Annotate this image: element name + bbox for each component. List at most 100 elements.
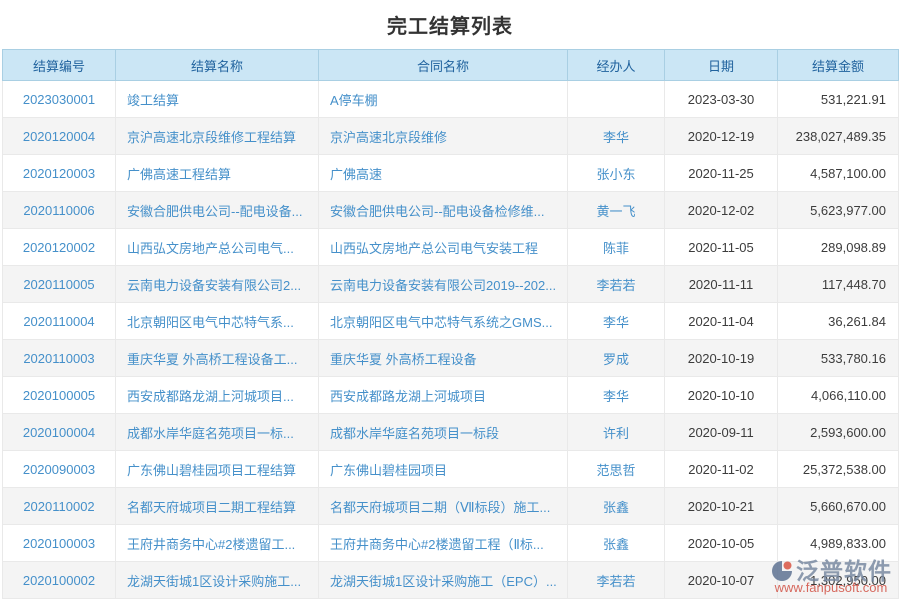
cell-handler[interactable]: 李若若 bbox=[568, 266, 665, 303]
cell-date: 2020-12-02 bbox=[665, 192, 778, 229]
cell-name[interactable]: 广佛高速工程结算 bbox=[116, 155, 319, 192]
cell-name[interactable]: 西安成都路龙湖上河城项目... bbox=[116, 377, 319, 414]
cell-code[interactable]: 2020100002 bbox=[3, 562, 116, 599]
column-header-contract: 合同名称 bbox=[319, 50, 568, 81]
table-row[interactable]: 2020120002山西弘文房地产总公司电气...山西弘文房地产总公司电气安装工… bbox=[3, 229, 899, 266]
cell-amount: 533,780.16 bbox=[778, 340, 899, 377]
cell-code[interactable]: 2020100004 bbox=[3, 414, 116, 451]
cell-amount: 238,027,489.35 bbox=[778, 118, 899, 155]
table-row[interactable]: 2020110006安徽合肥供电公司--配电设备...安徽合肥供电公司--配电设… bbox=[3, 192, 899, 229]
cell-handler[interactable]: 李华 bbox=[568, 118, 665, 155]
cell-date: 2020-11-02 bbox=[665, 451, 778, 488]
cell-name[interactable]: 龙湖天街城1区设计采购施工... bbox=[116, 562, 319, 599]
cell-name[interactable]: 北京朝阳区电气中芯特气系... bbox=[116, 303, 319, 340]
cell-name[interactable]: 竣工结算 bbox=[116, 81, 319, 118]
cell-handler[interactable]: 李华 bbox=[568, 377, 665, 414]
cell-contract[interactable]: 山西弘文房地产总公司电气安装工程 bbox=[319, 229, 568, 266]
cell-code[interactable]: 2023030001 bbox=[3, 81, 116, 118]
cell-contract[interactable]: 京沪高速北京段维修 bbox=[319, 118, 568, 155]
cell-name[interactable]: 成都水岸华庭名苑项目一标... bbox=[116, 414, 319, 451]
cell-name[interactable]: 安徽合肥供电公司--配电设备... bbox=[116, 192, 319, 229]
cell-date: 2020-11-25 bbox=[665, 155, 778, 192]
cell-date: 2020-10-05 bbox=[665, 525, 778, 562]
cell-handler[interactable]: 张小东 bbox=[568, 155, 665, 192]
cell-code[interactable]: 2020120003 bbox=[3, 155, 116, 192]
column-header-name: 结算名称 bbox=[116, 50, 319, 81]
cell-code[interactable]: 2020100003 bbox=[3, 525, 116, 562]
cell-handler[interactable]: 张鑫 bbox=[568, 525, 665, 562]
table-body: 2023030001竣工结算A停车棚2023-03-30531,221.9120… bbox=[3, 81, 899, 599]
cell-amount: 4,066,110.00 bbox=[778, 377, 899, 414]
cell-date: 2020-09-11 bbox=[665, 414, 778, 451]
table-row[interactable]: 2020110005云南电力设备安装有限公司2...云南电力设备安装有限公司20… bbox=[3, 266, 899, 303]
cell-handler[interactable]: 罗成 bbox=[568, 340, 665, 377]
cell-handler[interactable]: 黄一飞 bbox=[568, 192, 665, 229]
table-row[interactable]: 2020100002龙湖天街城1区设计采购施工...龙湖天街城1区设计采购施工（… bbox=[3, 562, 899, 599]
cell-code[interactable]: 2020110005 bbox=[3, 266, 116, 303]
column-header-handler: 经办人 bbox=[568, 50, 665, 81]
cell-code[interactable]: 2020120004 bbox=[3, 118, 116, 155]
cell-contract[interactable]: 安徽合肥供电公司--配电设备检修维... bbox=[319, 192, 568, 229]
cell-handler[interactable]: 范思哲 bbox=[568, 451, 665, 488]
table-row[interactable]: 2020100003王府井商务中心#2楼遗留工...王府井商务中心#2楼遗留工程… bbox=[3, 525, 899, 562]
table-row[interactable]: 2020120004京沪高速北京段维修工程结算京沪高速北京段维修李华2020-1… bbox=[3, 118, 899, 155]
cell-date: 2020-10-07 bbox=[665, 562, 778, 599]
cell-name[interactable]: 名都天府城项目二期工程结算 bbox=[116, 488, 319, 525]
table-header-row: 结算编号 结算名称 合同名称 经办人 日期 结算金额 bbox=[3, 50, 899, 81]
cell-amount: 289,098.89 bbox=[778, 229, 899, 266]
cell-name[interactable]: 云南电力设备安装有限公司2... bbox=[116, 266, 319, 303]
table-row[interactable]: 2020100004成都水岸华庭名苑项目一标...成都水岸华庭名苑项目一标段许利… bbox=[3, 414, 899, 451]
cell-amount: 4,989,833.00 bbox=[778, 525, 899, 562]
cell-amount: 1,302,950.00 bbox=[778, 562, 899, 599]
table-row[interactable]: 2020110002名都天府城项目二期工程结算名都天府城项目二期（Ⅶ标段）施工.… bbox=[3, 488, 899, 525]
table-row[interactable]: 2020110003重庆华夏 外高桥工程设备工...重庆华夏 外高桥工程设备罗成… bbox=[3, 340, 899, 377]
cell-handler[interactable]: 陈菲 bbox=[568, 229, 665, 266]
cell-contract[interactable]: 龙湖天街城1区设计采购施工（EPC）... bbox=[319, 562, 568, 599]
table-row[interactable]: 2023030001竣工结算A停车棚 2023-03-30531,221.91 bbox=[3, 81, 899, 118]
cell-amount: 117,448.70 bbox=[778, 266, 899, 303]
cell-code[interactable]: 2020110002 bbox=[3, 488, 116, 525]
cell-contract[interactable]: 成都水岸华庭名苑项目一标段 bbox=[319, 414, 568, 451]
cell-handler[interactable]: 张鑫 bbox=[568, 488, 665, 525]
column-header-code: 结算编号 bbox=[3, 50, 116, 81]
cell-name[interactable]: 重庆华夏 外高桥工程设备工... bbox=[116, 340, 319, 377]
cell-contract[interactable]: 广佛高速 bbox=[319, 155, 568, 192]
cell-name[interactable]: 京沪高速北京段维修工程结算 bbox=[116, 118, 319, 155]
cell-code[interactable]: 2020110003 bbox=[3, 340, 116, 377]
cell-contract[interactable]: 西安成都路龙湖上河城项目 bbox=[319, 377, 568, 414]
cell-amount: 4,587,100.00 bbox=[778, 155, 899, 192]
table-row[interactable]: 2020120003广佛高速工程结算广佛高速张小东2020-11-254,587… bbox=[3, 155, 899, 192]
cell-contract[interactable]: 王府井商务中心#2楼遗留工程（Ⅱ标... bbox=[319, 525, 568, 562]
cell-code[interactable]: 2020110004 bbox=[3, 303, 116, 340]
cell-handler[interactable]: 李若若 bbox=[568, 562, 665, 599]
page-title: 完工结算列表 bbox=[0, 0, 900, 49]
cell-contract[interactable]: A停车棚 bbox=[319, 81, 568, 118]
cell-contract[interactable]: 名都天府城项目二期（Ⅶ标段）施工... bbox=[319, 488, 568, 525]
table-row[interactable]: 2020110004北京朝阳区电气中芯特气系...北京朝阳区电气中芯特气系统之G… bbox=[3, 303, 899, 340]
column-header-amount: 结算金额 bbox=[778, 50, 899, 81]
cell-amount: 25,372,538.00 bbox=[778, 451, 899, 488]
cell-name[interactable]: 广东佛山碧桂园项目工程结算 bbox=[116, 451, 319, 488]
cell-name[interactable]: 王府井商务中心#2楼遗留工... bbox=[116, 525, 319, 562]
cell-amount: 531,221.91 bbox=[778, 81, 899, 118]
cell-contract[interactable]: 广东佛山碧桂园项目 bbox=[319, 451, 568, 488]
cell-amount: 36,261.84 bbox=[778, 303, 899, 340]
cell-code[interactable]: 2020100005 bbox=[3, 377, 116, 414]
cell-name[interactable]: 山西弘文房地产总公司电气... bbox=[116, 229, 319, 266]
cell-handler bbox=[568, 81, 665, 118]
cell-handler[interactable]: 许利 bbox=[568, 414, 665, 451]
table-row[interactable]: 2020090003广东佛山碧桂园项目工程结算广东佛山碧桂园项目范思哲2020-… bbox=[3, 451, 899, 488]
table-header: 结算编号 结算名称 合同名称 经办人 日期 结算金额 bbox=[3, 50, 899, 81]
cell-code[interactable]: 2020110006 bbox=[3, 192, 116, 229]
cell-date: 2020-10-10 bbox=[665, 377, 778, 414]
cell-code[interactable]: 2020120002 bbox=[3, 229, 116, 266]
cell-contract[interactable]: 重庆华夏 外高桥工程设备 bbox=[319, 340, 568, 377]
table-row[interactable]: 2020100005西安成都路龙湖上河城项目...西安成都路龙湖上河城项目李华2… bbox=[3, 377, 899, 414]
cell-date: 2020-12-19 bbox=[665, 118, 778, 155]
cell-code[interactable]: 2020090003 bbox=[3, 451, 116, 488]
cell-date: 2023-03-30 bbox=[665, 81, 778, 118]
cell-contract[interactable]: 北京朝阳区电气中芯特气系统之GMS... bbox=[319, 303, 568, 340]
cell-contract[interactable]: 云南电力设备安装有限公司2019--202... bbox=[319, 266, 568, 303]
cell-date: 2020-10-21 bbox=[665, 488, 778, 525]
cell-handler[interactable]: 李华 bbox=[568, 303, 665, 340]
